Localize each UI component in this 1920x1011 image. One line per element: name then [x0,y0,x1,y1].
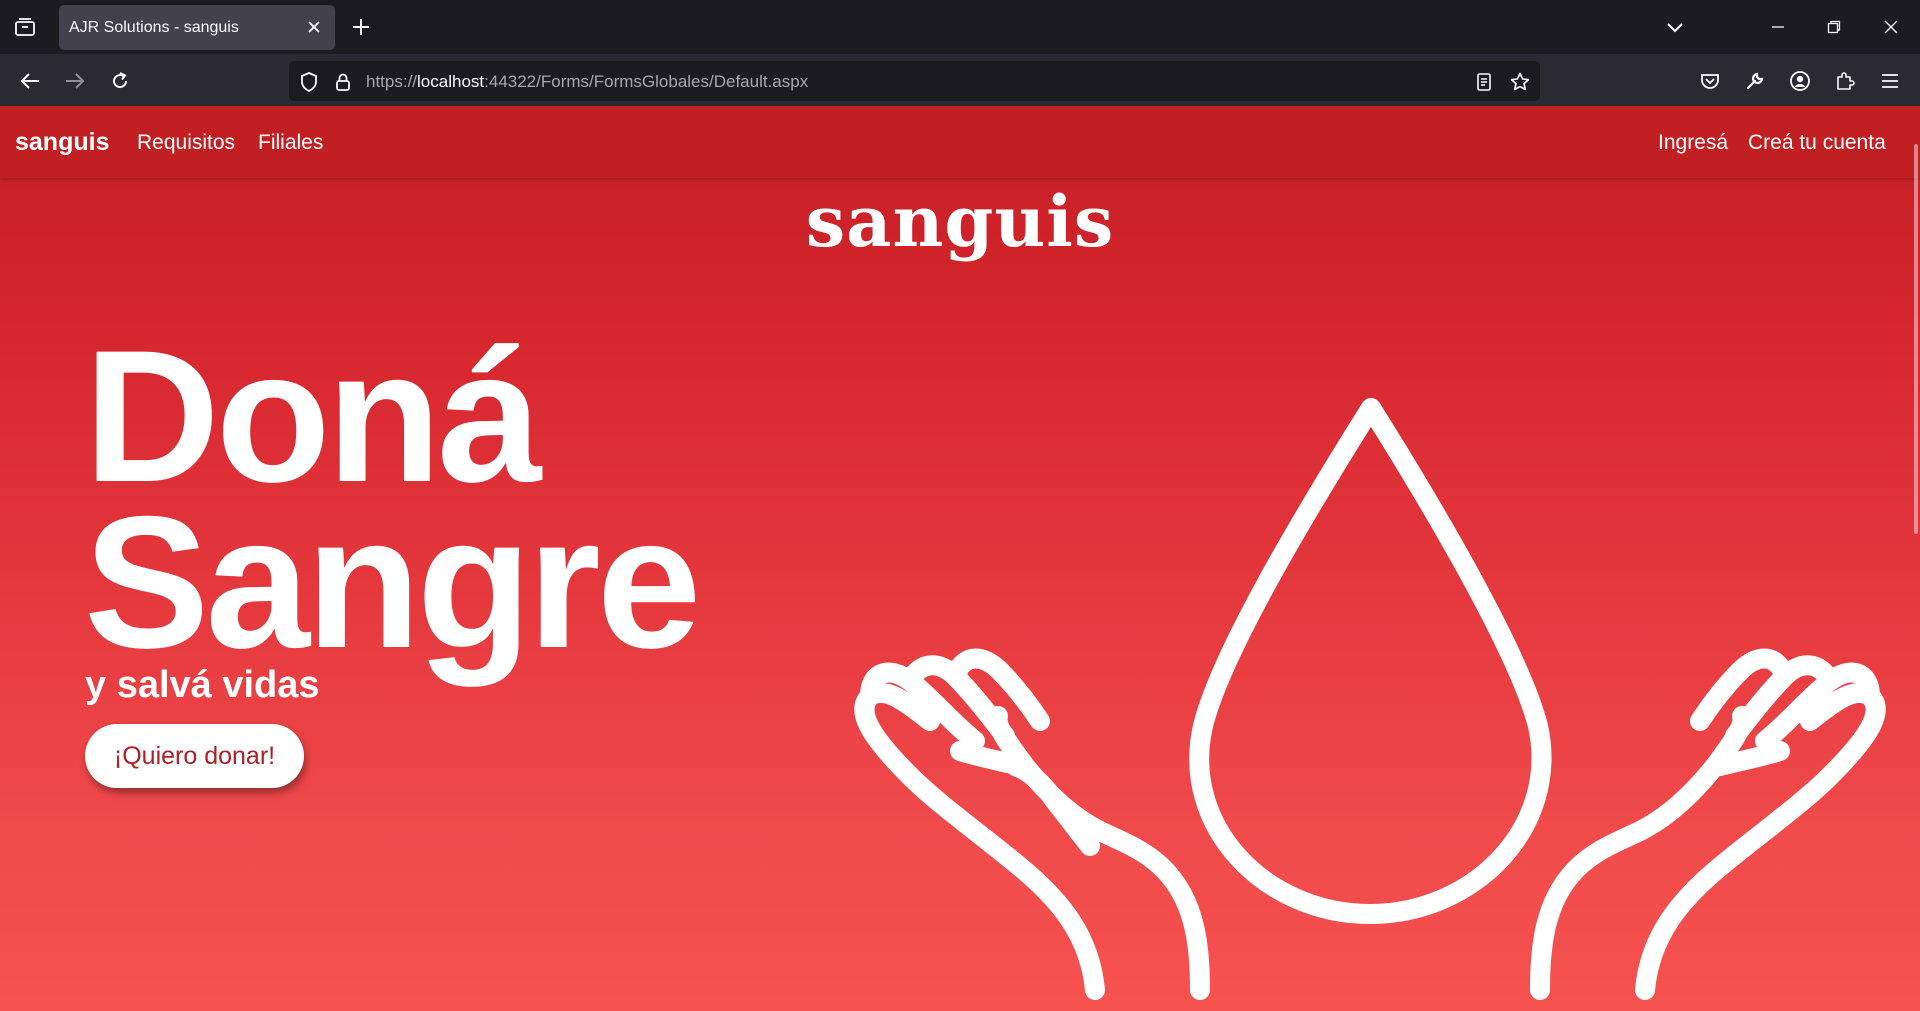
lock-icon[interactable] [332,71,354,93]
hamburger-menu-icon[interactable] [1876,67,1904,95]
shield-icon[interactable] [298,71,320,93]
nav-link-signup[interactable]: Creá tu cuenta [1748,131,1886,155]
extensions-icon[interactable] [1831,67,1859,95]
brand-link[interactable]: sanguis [15,128,109,157]
page-content: sanguis Requisitos Filiales Ingresá Creá… [0,106,1920,1011]
left-hand-icon [854,648,1210,1000]
pocket-icon[interactable] [1696,67,1724,95]
back-arrow-icon[interactable] [16,67,44,95]
restore-icon[interactable] [1819,14,1849,40]
tab-list-icon[interactable] [10,14,40,40]
minimize-icon[interactable] [1763,14,1793,40]
blood-drop-icon [1189,398,1552,924]
hero-logo: sanguis [805,180,1115,263]
page-scrollbar[interactable] [1912,106,1920,1011]
site-navbar: sanguis Requisitos Filiales Ingresá Creá… [0,106,1920,178]
forward-arrow-icon[interactable] [61,67,89,95]
scrollbar-thumb[interactable] [1914,144,1918,534]
nav-link-login[interactable]: Ingresá [1658,131,1728,155]
nav-link-filiales[interactable]: Filiales [258,131,323,155]
tab-title: AJR Solutions - sanguis [69,19,239,36]
hero-title-line2: Sangre [84,477,701,687]
bookmark-star-icon[interactable] [1509,71,1531,93]
window-close-icon[interactable] [1876,14,1906,40]
new-tab-plus-icon[interactable] [348,14,374,40]
url-text[interactable]: https://localhost:44322/Forms/FormsGloba… [366,72,808,92]
nav-link-requisitos[interactable]: Requisitos [137,131,235,155]
browser-tab-bar: AJR Solutions - sanguis [0,0,1920,54]
blood-drop-hands-illustration [854,398,1886,1000]
donate-cta-button[interactable]: ¡Quiero donar! [85,724,304,788]
account-icon[interactable] [1786,67,1814,95]
active-tab[interactable]: AJR Solutions - sanguis [59,5,335,50]
close-icon[interactable] [305,18,323,36]
address-bar[interactable]: https://localhost:44322/Forms/FormsGloba… [289,61,1540,101]
chevron-down-icon[interactable] [1660,14,1690,40]
wrench-icon[interactable] [1741,67,1769,95]
right-hand-icon [1530,648,1886,1000]
browser-toolbar: https://localhost:44322/Forms/FormsGloba… [0,54,1920,106]
reload-icon[interactable] [106,67,134,95]
reader-view-icon[interactable] [1473,71,1495,93]
hero-subtitle: y salvá vidas [85,664,320,706]
